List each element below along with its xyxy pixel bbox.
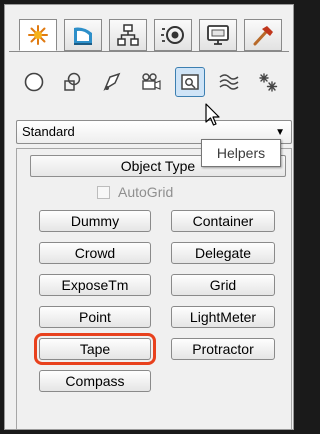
create-star-icon xyxy=(28,25,48,45)
tab-create[interactable] xyxy=(19,19,57,51)
object-type-rollout: Object Type ⌃ AutoGrid Dummy Container C… xyxy=(16,148,292,429)
mouse-cursor-icon xyxy=(205,103,220,126)
tape-button[interactable]: Tape xyxy=(34,333,156,365)
container-button[interactable]: Container xyxy=(171,210,275,232)
protractor-button[interactable]: Protractor xyxy=(171,338,275,360)
geometry-sphere-icon xyxy=(24,72,44,92)
category-cameras[interactable] xyxy=(136,67,166,97)
category-space-warps[interactable] xyxy=(214,67,244,97)
autogrid-label: AutoGrid xyxy=(118,184,174,200)
command-panel: Standard ▼ Helpers Object Type ⌃ AutoGri… xyxy=(4,4,294,430)
hierarchy-icon xyxy=(117,24,139,46)
tab-modify[interactable] xyxy=(64,19,102,51)
shapes-icon xyxy=(64,72,81,91)
exposetm-button[interactable]: ExposeTm xyxy=(39,274,151,296)
helpers-tooltip: Helpers xyxy=(201,139,281,167)
lightmeter-button[interactable]: LightMeter xyxy=(171,306,275,328)
helpers-icon xyxy=(181,74,199,90)
rollout-title: Object Type xyxy=(120,158,196,174)
category-helpers[interactable] xyxy=(175,67,205,97)
modify-bend-icon xyxy=(74,27,92,45)
point-button[interactable]: Point xyxy=(39,306,151,328)
space-warps-icon xyxy=(219,74,239,90)
tab-display[interactable] xyxy=(199,19,237,51)
category-row xyxy=(19,65,292,99)
tab-motion[interactable] xyxy=(154,19,192,51)
cameras-icon xyxy=(142,73,161,90)
category-lights[interactable] xyxy=(97,67,127,97)
category-geometry[interactable] xyxy=(19,67,49,97)
grid-button[interactable]: Grid xyxy=(171,274,275,296)
autogrid-checkbox[interactable]: AutoGrid xyxy=(97,183,173,201)
delegate-button[interactable]: Delegate xyxy=(171,242,275,264)
compass-button[interactable]: Compass xyxy=(39,370,151,392)
command-panel-tabs xyxy=(19,19,289,51)
dropdown-value: Standard xyxy=(22,124,75,139)
lights-icon xyxy=(103,72,121,91)
checkbox-box[interactable] xyxy=(97,185,110,199)
tab-divider xyxy=(9,51,289,52)
utilities-hammer-icon xyxy=(253,26,273,46)
crowd-button[interactable]: Crowd xyxy=(39,242,151,264)
category-systems[interactable] xyxy=(253,67,283,97)
dummy-button[interactable]: Dummy xyxy=(39,210,151,232)
tab-utilities[interactable] xyxy=(244,19,282,51)
motion-icon xyxy=(161,26,184,44)
display-monitor-icon xyxy=(207,25,229,45)
systems-icon xyxy=(259,73,278,92)
tab-hierarchy[interactable] xyxy=(109,19,147,51)
category-shapes[interactable] xyxy=(58,67,88,97)
